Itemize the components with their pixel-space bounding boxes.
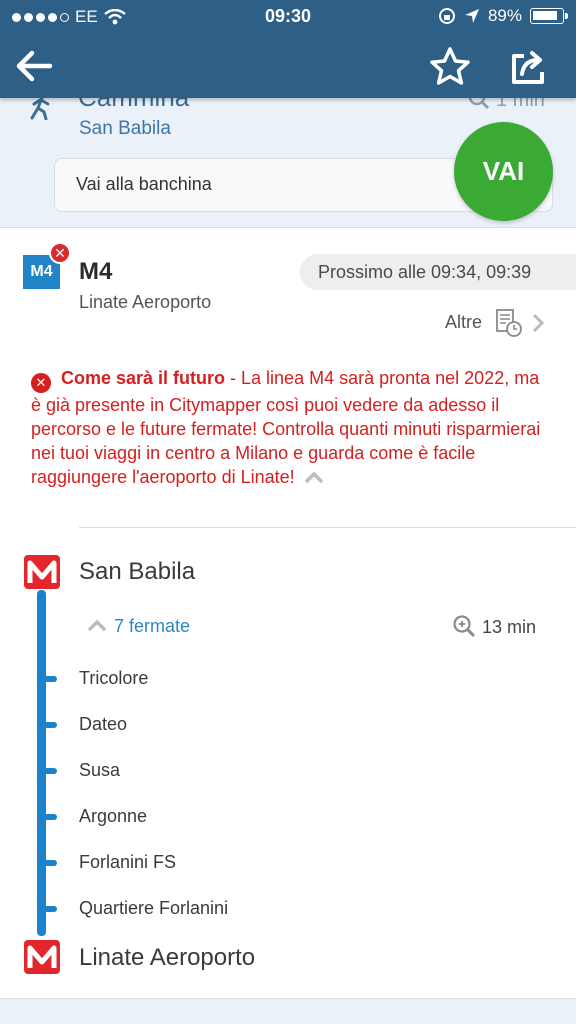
- route-line: [37, 590, 46, 936]
- walk-title: Cammina: [78, 98, 189, 113]
- battery-icon: [530, 8, 568, 24]
- more-departures-link[interactable]: Altre: [445, 312, 482, 333]
- walk-station: San Babila: [79, 118, 171, 139]
- app-header: EE 09:30 89%: [0, 0, 576, 98]
- future-line-notice: ✕ Come sarà il futuro - La linea M4 sarà …: [31, 366, 551, 489]
- intermediate-stop[interactable]: Tricolore: [79, 668, 148, 689]
- next-section-edge: [0, 998, 576, 1024]
- share-icon[interactable]: [508, 46, 552, 86]
- location-arrow-icon: [464, 9, 479, 23]
- ride-duration: 13 min: [452, 614, 536, 638]
- stop-marker: [41, 860, 57, 866]
- status-bar: EE 09:30 89%: [0, 0, 576, 34]
- stop-marker: [41, 906, 57, 912]
- origin-stop[interactable]: San Babila: [79, 558, 195, 586]
- walk-duration: 1 min: [468, 98, 545, 112]
- screen: EE 09:30 89% 1 min San Babila Vai alla b…: [0, 0, 576, 1024]
- intermediate-stop[interactable]: Quartiere Forlanini: [79, 898, 228, 919]
- stop-marker: [41, 768, 57, 774]
- error-circle-icon: ✕: [31, 373, 51, 393]
- go-button[interactable]: VAI: [454, 122, 553, 221]
- walking-person-icon: [30, 98, 50, 120]
- line-destination: Linate Aeroporto: [79, 292, 212, 312]
- chevron-up-icon: [87, 619, 107, 632]
- stop-marker: [41, 814, 57, 820]
- chevron-up-icon[interactable]: [303, 470, 325, 484]
- close-circle-icon: ✕: [49, 242, 71, 264]
- timetable-icon[interactable]: [494, 308, 524, 338]
- next-departures-text: Prossimo alle 09:34, 09:39: [318, 262, 532, 282]
- intermediate-stop[interactable]: Susa: [79, 760, 120, 781]
- metro-m-icon: [24, 940, 60, 974]
- next-departures[interactable]: Prossimo alle 09:34, 09:39: [300, 254, 576, 290]
- intermediate-stop[interactable]: Dateo: [79, 714, 127, 735]
- notice-title: Come sarà il futuro: [61, 368, 226, 388]
- zoom-icon: [453, 615, 476, 638]
- line-name: M4: [79, 258, 113, 285]
- nav-bar: [0, 34, 576, 98]
- battery-percent: 89%: [487, 6, 522, 25]
- metro-m-icon: [24, 555, 60, 589]
- rotation-lock-icon: [438, 8, 455, 24]
- intermediate-stop[interactable]: Forlanini FS: [79, 852, 176, 873]
- transit-section: M4 ✕ M4 Linate Aeroporto Prossimo alle 0…: [0, 230, 576, 1000]
- intermediate-stop[interactable]: Argonne: [79, 806, 147, 827]
- stop-marker: [41, 722, 57, 728]
- stops-toggle[interactable]: 7 fermate: [86, 616, 190, 637]
- platform-button-label: Vai alla banchina: [76, 174, 212, 194]
- divider: [79, 527, 576, 528]
- destination-stop[interactable]: Linate Aeroporto: [79, 944, 255, 972]
- back-arrow-icon[interactable]: [14, 48, 54, 84]
- zoom-icon: [468, 98, 490, 110]
- star-icon[interactable]: [428, 46, 472, 86]
- stop-marker: [41, 676, 57, 682]
- chevron-right-icon[interactable]: [530, 312, 546, 334]
